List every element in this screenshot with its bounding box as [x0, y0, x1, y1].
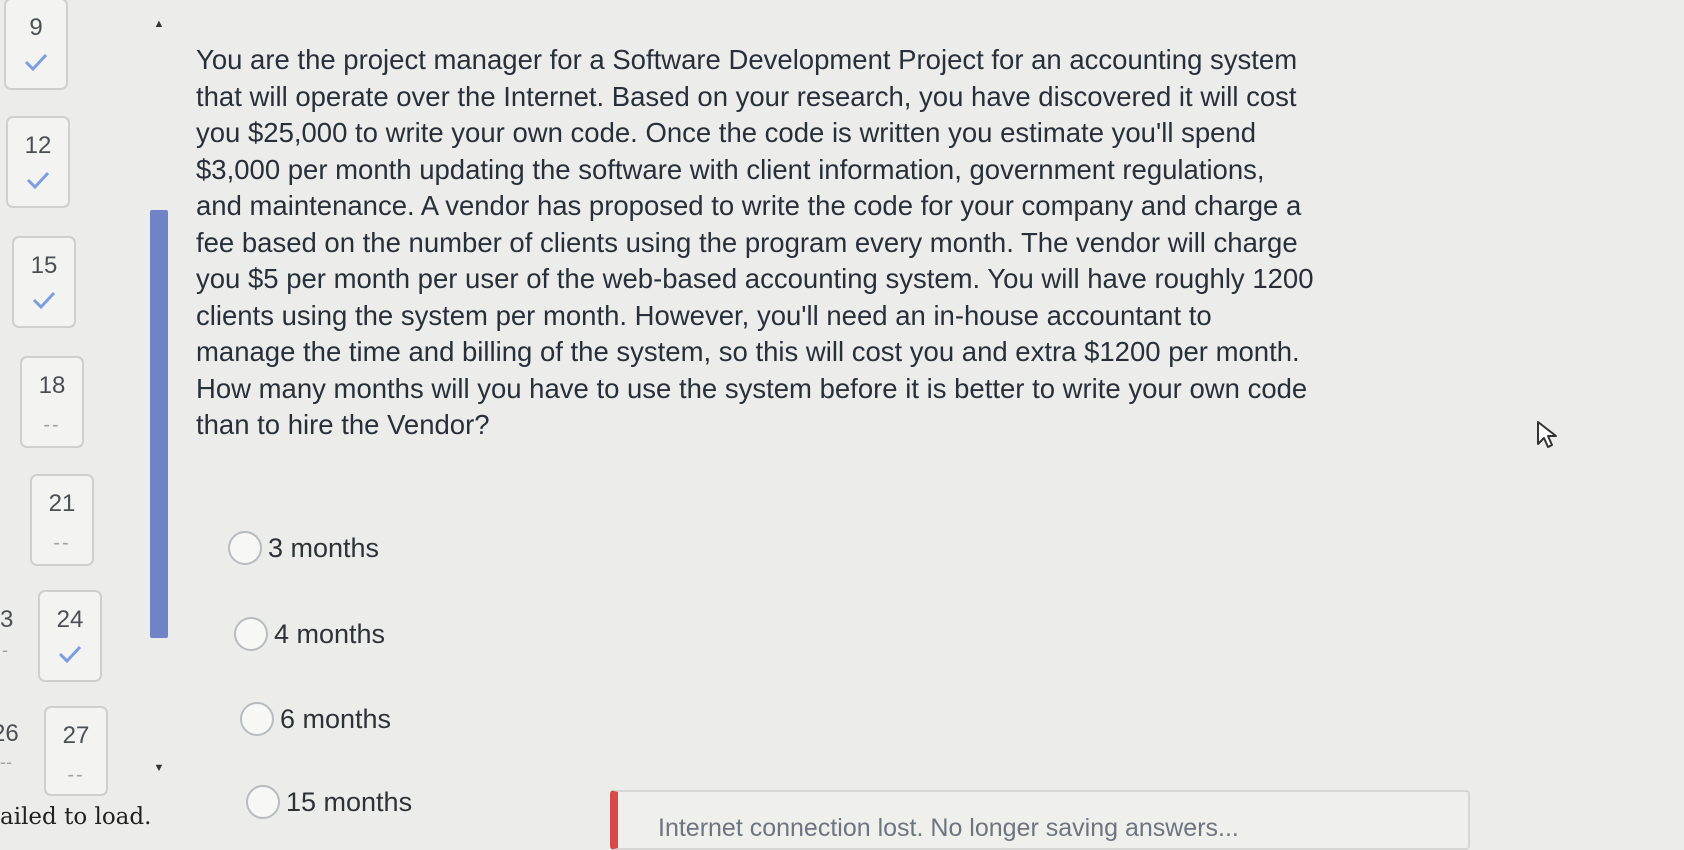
question-number: 9	[29, 14, 43, 41]
answer-option-3-months[interactable]: 3 months	[228, 531, 379, 565]
answer-label: 15 months	[286, 786, 413, 817]
question-number: 15	[30, 252, 58, 279]
unanswered-mark: --	[0, 752, 12, 772]
question-tile-9[interactable]: 9	[4, 0, 68, 90]
check-icon	[6, 52, 66, 80]
radio-button[interactable]	[246, 785, 280, 819]
scroll-up-arrow-icon[interactable]: ▲	[150, 18, 168, 30]
navigator-scrollbar[interactable]: ▲ ▼	[150, 14, 168, 774]
failed-to-load-message: ailed to load.	[0, 804, 152, 830]
scrollbar-thumb[interactable]	[150, 210, 168, 638]
question-number: 18	[38, 372, 66, 399]
question-tile-24[interactable]: 24	[38, 590, 102, 682]
question-number: 24	[56, 606, 84, 633]
radio-button[interactable]	[228, 531, 262, 565]
unanswered-mark: --	[67, 764, 85, 786]
check-icon	[40, 644, 100, 672]
unanswered-mark: --	[43, 414, 61, 436]
question-number-partial[interactable]: 3	[0, 606, 13, 634]
question-number: 12	[24, 132, 52, 159]
radio-button[interactable]	[234, 617, 268, 651]
answer-label: 6 months	[280, 703, 392, 734]
banner-text: Internet connection lost. No longer savi…	[658, 814, 1239, 842]
connection-lost-banner: Internet connection lost. No longer savi…	[610, 790, 1470, 850]
question-tile-15[interactable]: 15	[12, 236, 76, 328]
question-tile-27[interactable]: 27 --	[44, 706, 108, 796]
scroll-down-arrow-icon[interactable]: ▼	[150, 762, 168, 774]
question-tile-12[interactable]: 12	[6, 116, 70, 208]
check-icon	[14, 290, 74, 318]
question-text: You are the project manager for a Softwa…	[196, 44, 1314, 440]
answer-label: 4 months	[274, 618, 386, 649]
question-tile-21[interactable]: 21 --	[30, 474, 94, 566]
mouse-pointer-icon	[1536, 420, 1558, 455]
check-icon	[8, 170, 68, 198]
answer-option-4-months[interactable]: 4 months	[234, 617, 385, 651]
unanswered-mark: --	[53, 532, 71, 554]
answer-option-6-months[interactable]: 6 months	[240, 702, 391, 736]
answer-label: 3 months	[268, 532, 380, 563]
answer-option-15-months[interactable]: 15 months	[246, 785, 412, 819]
question-number: 27	[62, 722, 90, 749]
question-number-partial[interactable]: 26	[0, 720, 19, 748]
question-number: 21	[48, 490, 76, 517]
question-tile-18[interactable]: 18 --	[20, 356, 84, 448]
radio-button[interactable]	[240, 702, 274, 736]
unanswered-mark: -	[2, 640, 8, 660]
